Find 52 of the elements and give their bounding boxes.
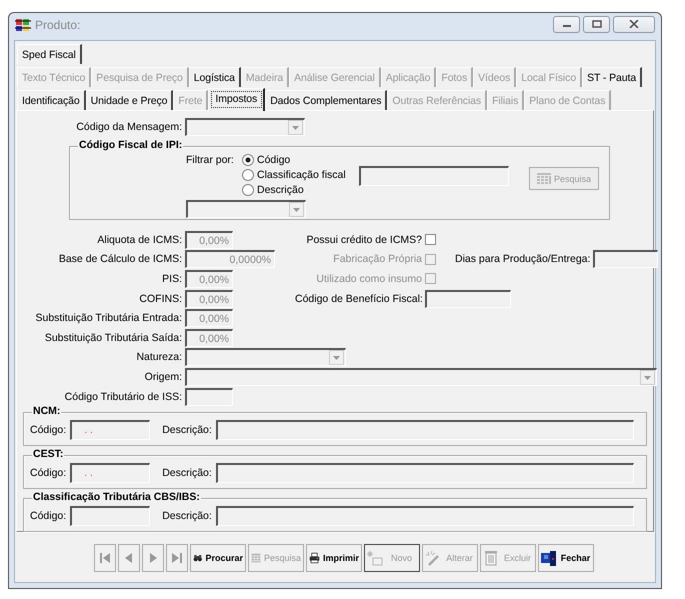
group-title: CEST: — [32, 448, 64, 460]
group-title: Código Fiscal de IPI: — [78, 139, 184, 151]
field-value: . . — [84, 424, 93, 436]
radio-option[interactable]: Descrição — [242, 183, 359, 196]
field-label: Código de Benefício Fiscal: — [295, 292, 422, 305]
field-value: . . — [84, 467, 93, 480]
field-label: PIS: — [161, 272, 182, 285]
input-field[interactable]: 0,00% — [185, 328, 233, 347]
tab[interactable]: Sped Fiscal — [17, 44, 82, 64]
group-title: NCM: — [32, 405, 62, 418]
field-label: Substituição Tributária Saída: — [44, 332, 182, 344]
checkbox-label: Utilizado como insumo — [315, 272, 422, 285]
field-label: Aliquota de ICMS: — [96, 234, 182, 246]
input-field[interactable]: 0,00% — [185, 309, 233, 328]
input-field[interactable]: . . — [70, 463, 150, 484]
field-label: Código Tributário de ISS: — [64, 390, 182, 403]
field-label: Descrição: — [162, 424, 212, 436]
field-label: Código da Mensagem: — [75, 121, 182, 133]
field-label: Filtrar por: — [186, 154, 235, 166]
field-label: Código: — [30, 510, 66, 522]
tab[interactable]: Impostos — [208, 88, 266, 111]
field-label: Descrição: — [162, 510, 212, 522]
field-label: Descrição: — [162, 467, 212, 480]
toolbar-button[interactable]: Fechar — [538, 544, 594, 572]
group-title: Classificação Tributária CBS/IBS: — [32, 491, 201, 504]
radio-label: Descrição — [257, 184, 304, 196]
field-label: Natureza: — [135, 351, 182, 364]
checkbox-label: Fabricação Própria — [332, 253, 422, 266]
toolbar-button[interactable]: Procurar — [190, 544, 246, 572]
radio-label: Código — [257, 154, 290, 166]
field-label: Dias para Produção/Entrega: — [455, 253, 590, 266]
input-field[interactable]: 0,00% — [185, 230, 233, 249]
tab[interactable]: ST - Pauta — [582, 67, 642, 87]
radio-option[interactable]: Classificação fiscal — [242, 168, 359, 181]
tab[interactable]: Dados Complementares — [265, 90, 388, 110]
field-label: COFINS: — [138, 292, 182, 305]
field-label: Código: — [30, 467, 66, 480]
input-field[interactable]: . . — [70, 420, 150, 440]
toolbar-button[interactable]: Imprimir — [306, 544, 362, 572]
tab[interactable]: Unidade e Preço — [86, 90, 174, 110]
radio-label: Classificação fiscal — [257, 168, 346, 180]
checkbox-label: Possui crédito de ICMS? — [305, 234, 422, 246]
input-field[interactable]: 0,00% — [185, 270, 233, 288]
field-label: Código: — [30, 424, 66, 436]
radio-option[interactable]: Código — [242, 153, 359, 166]
field-label: Base de Cálculo de ICMS: — [58, 253, 182, 266]
input-field[interactable]: 0,0000% — [185, 250, 275, 268]
input-field[interactable]: 0,00% — [185, 290, 233, 308]
tab[interactable]: Identificação — [17, 90, 86, 110]
field-label: Substituição Tributária Entrada: — [34, 312, 182, 324]
window-title: Produto: — [35, 18, 82, 32]
field-label: Origem: — [144, 370, 182, 383]
